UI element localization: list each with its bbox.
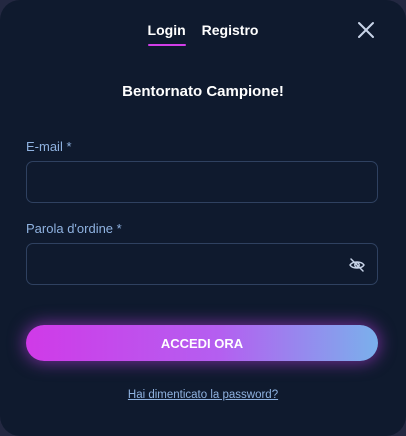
- email-field-wrapper: [26, 161, 378, 203]
- password-field-wrapper: [26, 243, 378, 285]
- welcome-title: Bentornato Campione!: [122, 83, 284, 100]
- forgot-password-link[interactable]: Hai dimenticato la password?: [128, 389, 278, 401]
- tab-login[interactable]: Login: [147, 22, 186, 46]
- login-modal: Login Registro Bentornato Campione! E-ma…: [0, 0, 406, 436]
- email-label: E-mail *: [26, 139, 72, 154]
- password-field[interactable]: [27, 244, 377, 284]
- password-label: Parola d'ordine *: [26, 221, 122, 236]
- password-visibility-toggle[interactable]: [348, 256, 366, 274]
- eye-off-icon: [349, 258, 365, 272]
- email-field[interactable]: [27, 162, 377, 202]
- close-button[interactable]: [356, 20, 376, 40]
- login-submit-button[interactable]: ACCEDI ORA: [26, 325, 378, 361]
- forgot-password-container: Hai dimenticato la password?: [0, 385, 406, 403]
- tab-registro[interactable]: Registro: [202, 22, 259, 46]
- close-icon: [358, 22, 374, 38]
- auth-tabs: Login Registro: [0, 22, 406, 46]
